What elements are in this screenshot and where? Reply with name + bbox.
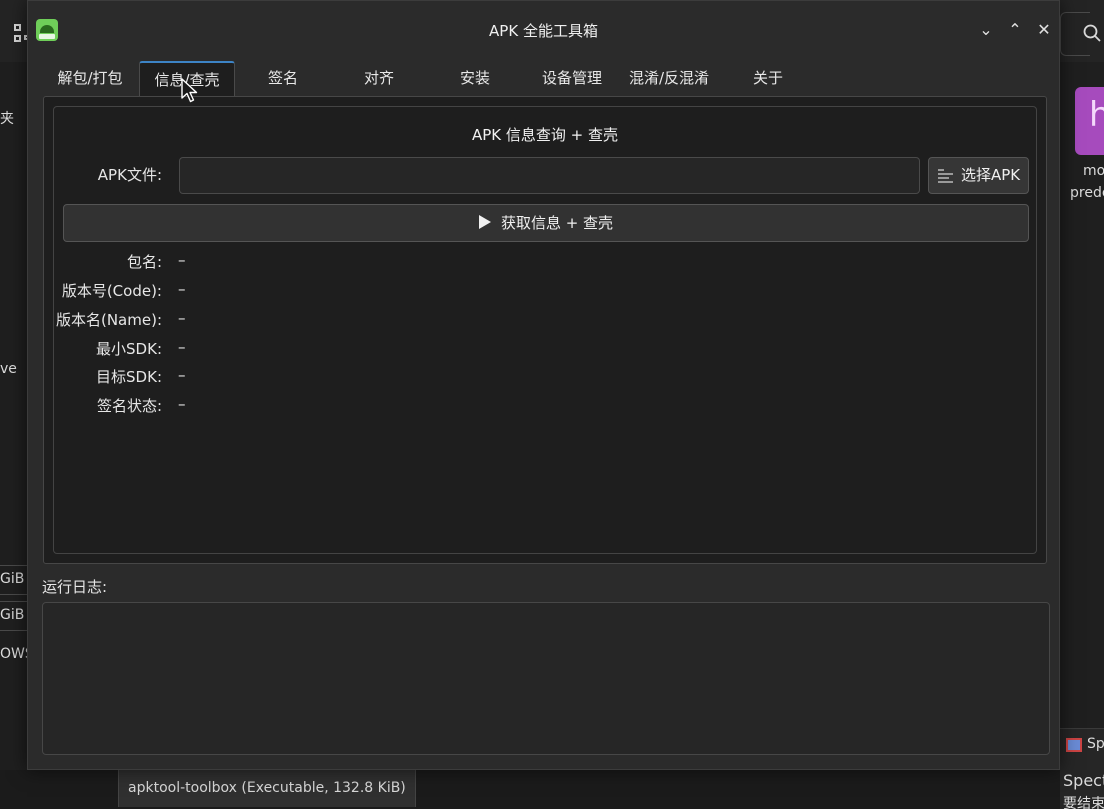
minimize-button[interactable]: ⌄	[975, 19, 997, 41]
min-sdk-label: 最小SDK:	[96, 340, 162, 358]
tab-about[interactable]: 关于	[723, 61, 813, 97]
version-name-value: –	[178, 309, 186, 327]
play-icon	[478, 215, 491, 229]
background-right-text-1: mo	[1083, 163, 1104, 179]
background-left-text-1: 夹	[0, 111, 14, 127]
tab-align[interactable]: 对齐	[334, 61, 424, 97]
background-right-text-5: 要结束	[1063, 796, 1104, 809]
group-title: APK 信息查询 + 查壳	[471, 126, 619, 144]
tab-device-manager[interactable]: 设备管理	[524, 61, 620, 97]
get-info-label: 获取信息 + 查壳	[500, 214, 614, 232]
background-left-text-2: ve	[0, 361, 17, 377]
version-name-label: 版本名(Name):	[55, 311, 162, 329]
version-code-label: 版本号(Code):	[61, 282, 162, 300]
target-sdk-value: –	[178, 366, 186, 384]
background-left-item-1-label: GiB p	[0, 571, 29, 587]
close-button[interactable]: ✕	[1033, 19, 1055, 41]
search-icon[interactable]	[1083, 24, 1101, 42]
apk-file-label: APK文件:	[97, 166, 162, 184]
get-info-button[interactable]: 获取信息 + 查壳	[63, 204, 1029, 242]
target-sdk-label: 目标SDK:	[96, 368, 162, 386]
signature-status-value: –	[178, 395, 186, 413]
list-icon	[938, 169, 953, 183]
background-right-text-2: prede	[1070, 185, 1104, 201]
info-tab-pane: APK 信息查询 + 查壳 APK文件: 选择APK 获取信息 + 查壳 包名:…	[43, 96, 1047, 564]
background-left-item-1[interactable]: GiB p	[0, 565, 30, 595]
app-window: APK 全能工具箱 ⌄ ⌃ ✕ 解包/打包 信息/查壳 签名 对齐 安装 设备管…	[27, 0, 1060, 770]
background-right-text-4: Spect	[1063, 771, 1104, 790]
log-output[interactable]	[42, 602, 1050, 755]
tab-unpack-pack[interactable]: 解包/打包	[43, 61, 137, 97]
log-label: 运行日志:	[42, 578, 108, 596]
apk-file-input[interactable]	[179, 157, 920, 194]
choose-apk-label: 选择APK	[961, 166, 1021, 184]
title-bar[interactable]: APK 全能工具箱 ⌄ ⌃ ✕	[28, 1, 1059, 59]
background-thumbnail[interactable]: h	[1075, 87, 1104, 155]
status-file-item[interactable]: apktool-toolbox (Executable, 132.8 KiB)	[118, 770, 416, 807]
choose-apk-button[interactable]: 选择APK	[928, 157, 1029, 194]
apk-info-group: APK 信息查询 + 查壳 APK文件: 选择APK 获取信息 + 查壳 包名:…	[53, 106, 1037, 554]
background-left-item-2-label: GiB p	[0, 607, 29, 623]
tab-obfuscate[interactable]: 混淆/反混淆	[619, 61, 719, 97]
tab-sign[interactable]: 签名	[238, 61, 328, 97]
min-sdk-value: –	[178, 338, 186, 356]
package-name-label: 包名:	[126, 253, 162, 271]
background-right-text-3: Sp	[1087, 736, 1104, 752]
mouse-cursor-icon	[181, 78, 198, 103]
window-title: APK 全能工具箱	[489, 22, 598, 40]
package-name-value: –	[178, 251, 186, 269]
maximize-button[interactable]: ⌃	[1004, 19, 1026, 41]
spectacle-icon	[1066, 738, 1082, 752]
thumbnail-letter: h	[1089, 95, 1104, 135]
tab-install[interactable]: 安装	[430, 61, 520, 97]
version-code-value: –	[178, 280, 186, 298]
background-left-item-2[interactable]: GiB p	[0, 601, 30, 631]
signature-status-label: 签名状态:	[96, 397, 162, 415]
